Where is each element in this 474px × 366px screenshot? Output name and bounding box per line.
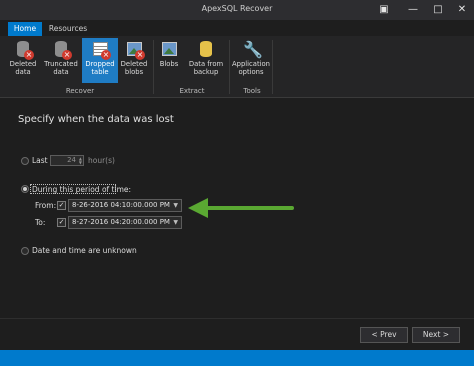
to-checkbox[interactable]: ✓ (57, 218, 66, 227)
unknown-radio[interactable] (21, 247, 29, 255)
from-checkbox[interactable]: ✓ (57, 201, 66, 210)
dropped-table-label: Dropped table (85, 60, 115, 76)
hours-unit-label: hour(s) (88, 156, 115, 165)
minimize-icon[interactable]: — (405, 2, 421, 18)
dropdown-arrow-icon: ▼ (173, 202, 178, 209)
data-from-backup-label: Data from backup (188, 60, 224, 76)
last-label: Last (32, 156, 48, 165)
ribbon-separator (272, 40, 273, 94)
status-bar (0, 350, 474, 366)
tab-home[interactable]: Home (8, 22, 42, 36)
group-label-tools: Tools (243, 87, 261, 95)
window-title: ApexSQL Recover (201, 4, 273, 13)
restore-icon[interactable]: ▣ (376, 2, 392, 18)
to-datetime-picker[interactable]: 8-27-2016 04:20:00.000 PM ▼ (68, 216, 182, 229)
deleted-data-label: Deleted data (9, 60, 37, 76)
tab-resources[interactable]: Resources (46, 22, 90, 36)
from-datetime-value: 8-26-2016 04:10:00.000 PM (72, 201, 170, 209)
from-datetime-picker[interactable]: 8-26-2016 04:10:00.000 PM ▼ (68, 199, 182, 212)
application-options-label: Application options (232, 60, 270, 76)
prev-button[interactable]: < Prev (360, 327, 408, 343)
annotation-arrow (188, 198, 294, 218)
period-label: During this period of time: (32, 185, 132, 194)
blob-delete-icon: × (124, 41, 145, 60)
database-delete-icon: × (13, 41, 34, 60)
dropped-table-button[interactable]: × Dropped table (82, 38, 118, 83)
backup-database-icon (196, 41, 216, 59)
data-from-backup-button[interactable]: Data from backup (186, 38, 226, 83)
annotation-arrow-head (188, 198, 208, 218)
from-label: From: (35, 201, 57, 210)
wrench-icon: 🔧 (243, 40, 263, 59)
group-label-extract: Extract (179, 87, 205, 95)
stepper-arrows-icon: ▲ ▼ (78, 156, 82, 165)
group-label-recover: Recover (65, 87, 95, 95)
close-icon[interactable]: ✕ (454, 2, 470, 18)
hours-stepper[interactable]: 24 ▲ ▼ (50, 155, 84, 166)
period-radio[interactable] (21, 185, 29, 193)
truncated-data-label: Truncated data (44, 60, 78, 76)
deleted-blobs-label: Deleted blobs (120, 60, 148, 76)
dropdown-arrow-icon: ▼ (173, 219, 178, 226)
maximize-icon[interactable]: □ (430, 2, 446, 18)
hours-value: 24 (67, 156, 76, 164)
ribbon-separator (229, 40, 230, 94)
last-radio[interactable] (21, 157, 29, 165)
footer-divider (0, 318, 474, 319)
deleted-data-button[interactable]: × Deleted data (6, 38, 40, 83)
unknown-label: Date and time are unknown (32, 246, 137, 255)
ribbon-separator (153, 40, 154, 94)
blobs-label: Blobs (159, 60, 179, 68)
next-button[interactable]: Next > (412, 327, 460, 343)
picture-icon (159, 41, 179, 59)
truncated-data-button[interactable]: × Truncated data (42, 38, 80, 83)
to-datetime-value: 8-27-2016 04:20:00.000 PM (72, 218, 170, 226)
application-options-button[interactable]: 🔧 Application options (232, 38, 270, 83)
table-delete-icon: × (90, 41, 111, 60)
page-title: Specify when the data was lost (18, 114, 174, 125)
database-truncate-icon: × (51, 41, 72, 60)
deleted-blobs-button[interactable]: × Deleted blobs (119, 38, 149, 83)
title-bar: ApexSQL Recover ▣ — □ ✕ (0, 0, 474, 20)
blobs-button[interactable]: Blobs (156, 38, 182, 83)
to-label: To: (35, 218, 46, 227)
